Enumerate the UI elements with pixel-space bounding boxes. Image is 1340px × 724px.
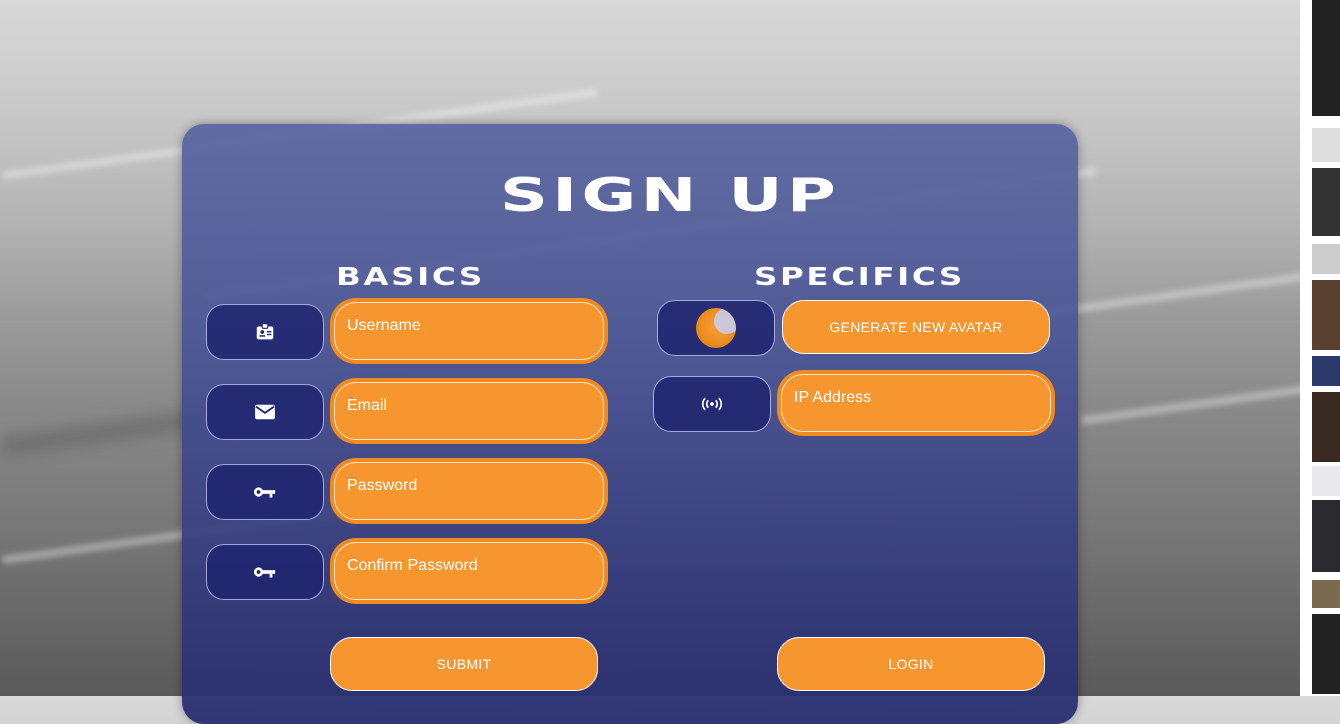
generate-avatar-button[interactable]: GENERATE NEW AVATAR	[782, 300, 1050, 354]
bg-streak	[1080, 383, 1320, 425]
avatar-box	[657, 300, 775, 356]
thumbnail[interactable]	[1312, 392, 1340, 462]
thumbnail[interactable]	[1312, 614, 1340, 694]
username-icon-box	[206, 304, 324, 360]
avatar	[696, 308, 736, 348]
thumbnail[interactable]	[1312, 0, 1340, 116]
key-icon	[253, 487, 276, 498]
username-input[interactable]: Username	[334, 302, 604, 360]
submit-button[interactable]: SUBMIT	[330, 637, 598, 691]
email-icon-box	[206, 384, 324, 440]
thumbnail[interactable]	[1312, 466, 1340, 496]
confirm-password-icon-box	[206, 544, 324, 600]
thumbnail[interactable]	[1312, 356, 1340, 386]
thumbnail[interactable]	[1312, 244, 1340, 274]
specifics-heading: SPECIFICS	[754, 262, 965, 291]
thumbnail-strip	[1300, 0, 1340, 696]
ip-address-input[interactable]: IP Address	[781, 374, 1051, 432]
key-icon	[253, 567, 276, 578]
thumbnail[interactable]	[1312, 500, 1340, 572]
password-input[interactable]: Password	[334, 462, 604, 520]
thumbnail[interactable]	[1312, 580, 1340, 608]
ip-icon-box	[653, 376, 771, 432]
email-input[interactable]: Email	[334, 382, 604, 440]
page-title: SIGN UP	[499, 168, 841, 222]
confirm-password-input[interactable]: Confirm Password	[334, 542, 604, 600]
broadcast-icon	[701, 397, 723, 411]
thumbnail[interactable]	[1312, 280, 1340, 350]
thumbnail[interactable]	[1312, 128, 1340, 162]
id-badge-icon	[256, 323, 274, 340]
login-button[interactable]: LOGIN	[777, 637, 1045, 691]
basics-heading: BASICS	[336, 262, 485, 291]
password-icon-box	[206, 464, 324, 520]
mail-icon	[255, 404, 275, 420]
